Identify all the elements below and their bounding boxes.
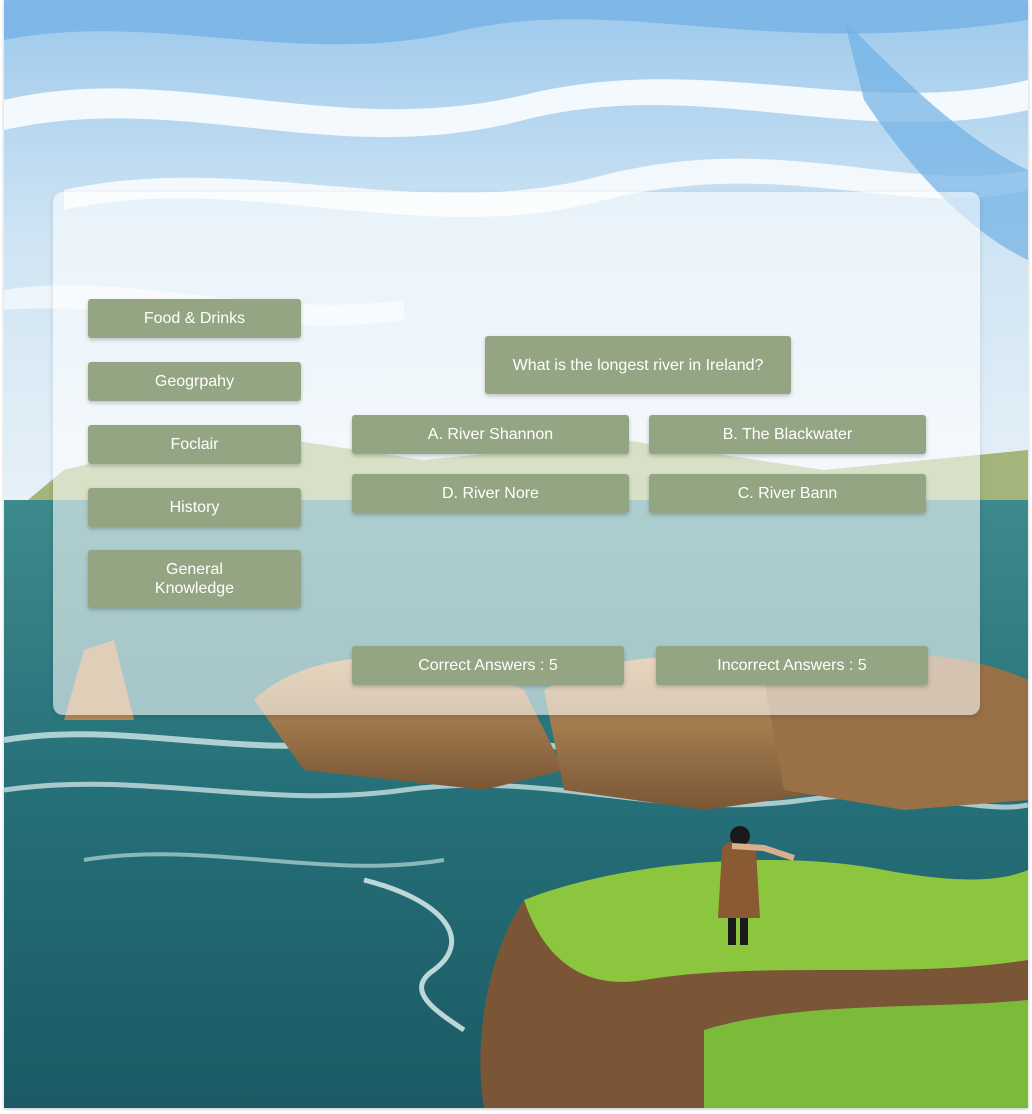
incorrect-answers-counter: Incorrect Answers : 5 [656,646,928,685]
category-foclair-button[interactable]: Foclair [88,425,301,464]
category-general-knowledge-button[interactable]: General Knowledge [88,550,301,608]
correct-answers-counter: Correct Answers : 5 [352,646,624,685]
category-geography-button[interactable]: Geogrpahy [88,362,301,401]
category-history-button[interactable]: History [88,488,301,527]
question-text: What is the longest river in Ireland? [485,336,791,394]
answer-a-button[interactable]: A. River Shannon [352,415,629,454]
quiz-app: Food & Drinks Geogrpahy Foclair History … [4,0,1028,1108]
answer-d-button[interactable]: D. River Nore [352,474,629,513]
answer-b-button[interactable]: B. The Blackwater [649,415,926,454]
answer-c-button[interactable]: C. River Bann [649,474,926,513]
category-food-drinks-button[interactable]: Food & Drinks [88,299,301,338]
